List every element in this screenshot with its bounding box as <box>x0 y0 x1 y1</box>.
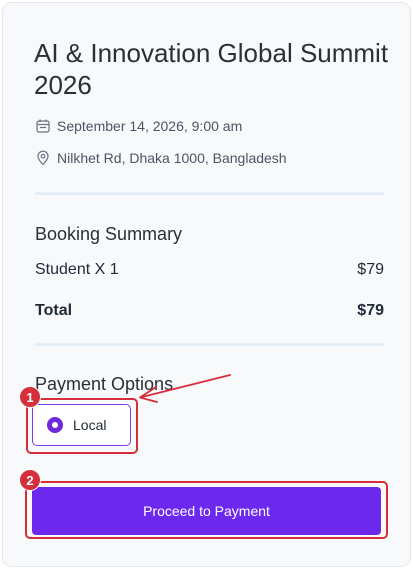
calendar-icon <box>36 119 50 133</box>
line-item-amount: $79 <box>357 261 384 278</box>
map-pin-icon <box>37 150 49 166</box>
event-date: September 14, 2026, 9:00 am <box>57 118 243 134</box>
event-title: AI & Innovation Global Summit 2026 <box>34 38 389 100</box>
annotation-badge-1: 1 <box>19 386 41 408</box>
event-date-row: September 14, 2026, 9:00 am <box>35 118 242 134</box>
annotation-highlight-2 <box>25 481 388 539</box>
divider <box>35 192 384 195</box>
total-amount: $79 <box>357 302 384 319</box>
summary-line-item: Student X 1 $79 <box>35 261 384 279</box>
event-location: Nilkhet Rd, Dhaka 1000, Bangladesh <box>57 150 287 166</box>
annotation-badge-2: 2 <box>19 469 41 491</box>
total-label: Total <box>35 302 73 319</box>
booking-summary-title: Booking Summary <box>35 224 183 244</box>
summary-total: Total $79 <box>35 302 384 320</box>
line-item-label: Student X 1 <box>35 261 119 278</box>
event-location-row: Nilkhet Rd, Dhaka 1000, Bangladesh <box>35 150 287 166</box>
divider <box>35 343 384 346</box>
annotation-highlight-1 <box>26 398 138 454</box>
annotation-arrow-icon <box>139 374 231 403</box>
